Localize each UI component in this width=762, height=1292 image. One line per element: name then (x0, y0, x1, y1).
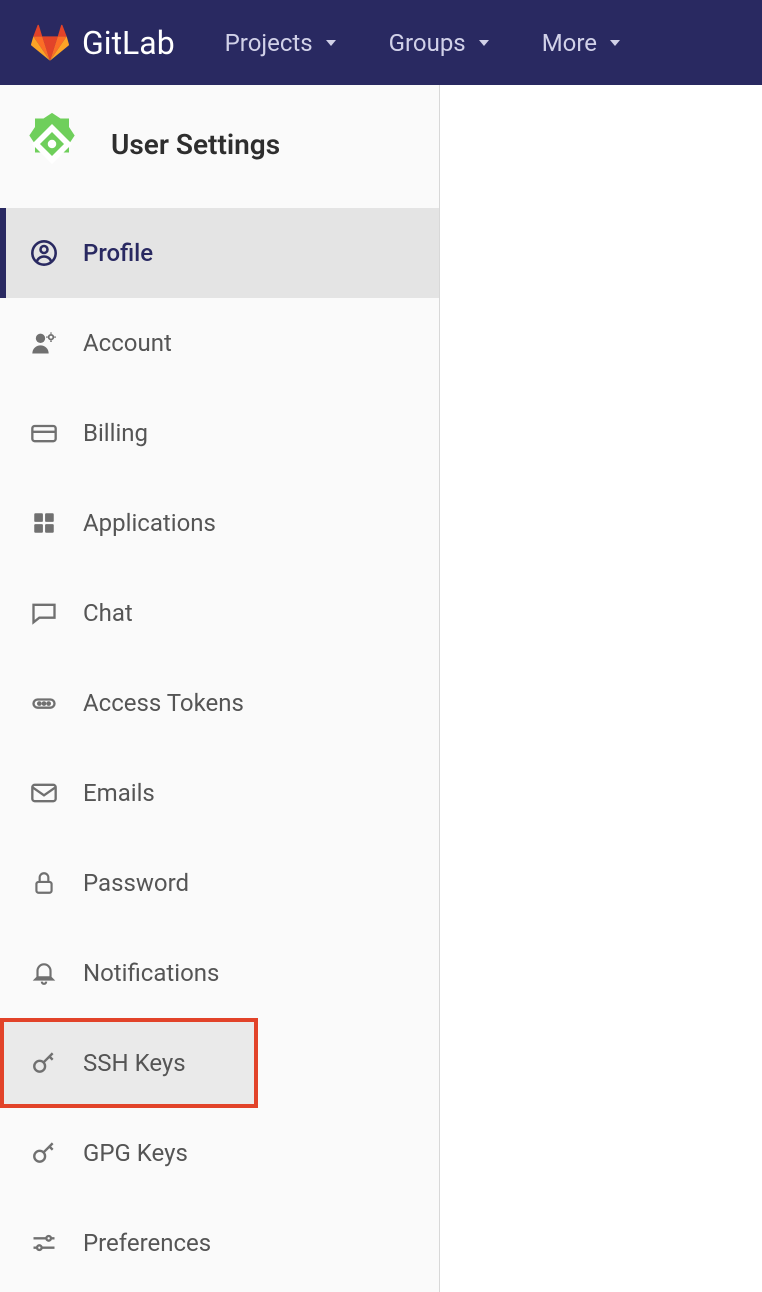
key-icon (30, 1049, 58, 1077)
envelope-icon (30, 779, 58, 807)
sidebar-item-account[interactable]: Account (0, 298, 439, 388)
sidebar-item-gpg-keys[interactable]: GPG Keys (0, 1108, 439, 1198)
bell-icon (30, 959, 58, 987)
sidebar-header: User Settings (0, 85, 439, 208)
sidebar-item-notifications[interactable]: Notifications (0, 928, 439, 1018)
chevron-down-icon (323, 35, 339, 51)
sidebar-item-access-tokens[interactable]: Access Tokens (0, 658, 439, 748)
sidebar-item-profile[interactable]: Profile (0, 208, 439, 298)
nav-groups[interactable]: Groups (389, 29, 492, 57)
user-gear-icon (30, 329, 58, 357)
sidebar-item-label: SSH Keys (83, 1049, 186, 1077)
topbar: GitLab Projects Groups More (0, 0, 762, 85)
sidebar-item-label: Preferences (83, 1229, 211, 1257)
sidebar-item-applications[interactable]: Applications (0, 478, 439, 568)
gitlab-logo-icon (30, 23, 70, 63)
key-icon (30, 1139, 58, 1167)
chat-icon (30, 599, 58, 627)
sidebar-item-label: GPG Keys (83, 1139, 188, 1167)
chevron-down-icon (607, 35, 623, 51)
chevron-down-icon (476, 35, 492, 51)
lock-icon (30, 869, 58, 897)
nav-label: Groups (389, 29, 466, 57)
nav-label: Projects (225, 29, 313, 57)
sidebar-item-label: Notifications (83, 959, 219, 987)
nav-label: More (542, 29, 597, 57)
user-circle-icon (30, 239, 58, 267)
sidebar-item-emails[interactable]: Emails (0, 748, 439, 838)
brand[interactable]: GitLab (30, 23, 175, 63)
nav-projects[interactable]: Projects (225, 29, 339, 57)
sidebar-item-label: Password (83, 869, 189, 897)
main-content (440, 85, 762, 1292)
apps-icon (30, 509, 58, 537)
sidebar-item-label: Access Tokens (83, 689, 244, 717)
sliders-icon (30, 1229, 58, 1257)
sidebar-item-label: Profile (83, 239, 153, 267)
sidebar-item-label: Account (83, 329, 172, 357)
sidebar-item-billing[interactable]: Billing (0, 388, 439, 478)
brand-text: GitLab (82, 24, 175, 62)
user-settings-icon (18, 110, 86, 178)
sidebar-title: User Settings (111, 128, 280, 161)
sidebar-item-label: Chat (83, 599, 133, 627)
sidebar: User Settings Profile Account Billing Ap (0, 85, 440, 1292)
token-icon (30, 689, 58, 717)
layout: User Settings Profile Account Billing Ap (0, 85, 762, 1292)
sidebar-item-password[interactable]: Password (0, 838, 439, 928)
sidebar-item-chat[interactable]: Chat (0, 568, 439, 658)
sidebar-item-ssh-keys[interactable]: SSH Keys (0, 1018, 258, 1108)
nav-more[interactable]: More (542, 29, 623, 57)
sidebar-item-label: Emails (83, 779, 155, 807)
sidebar-item-label: Billing (83, 419, 148, 447)
sidebar-item-preferences[interactable]: Preferences (0, 1198, 439, 1288)
card-icon (30, 419, 58, 447)
sidebar-item-label: Applications (83, 509, 216, 537)
